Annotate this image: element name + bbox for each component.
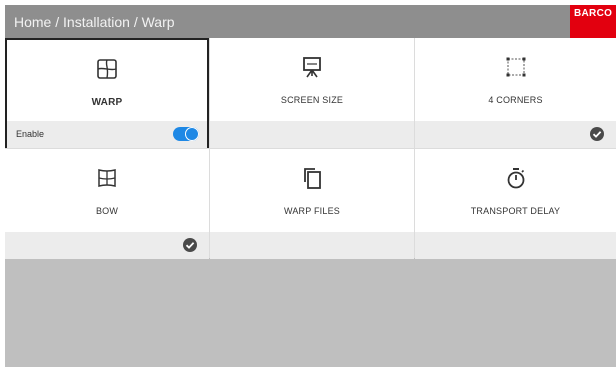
tile-screen-size[interactable]: SCREEN SIZE (210, 38, 414, 148)
header-bar: Home / Installation / Warp BARCO (5, 5, 616, 38)
tile-screen-size-label: SCREEN SIZE (280, 95, 344, 105)
tile-bow-label: BOW (95, 206, 119, 216)
tile-4-corners-label: 4 CORNERS (488, 95, 543, 105)
bow-icon (98, 169, 116, 187)
logo-text: BARCO (574, 8, 613, 19)
tile-4-corners[interactable]: 4 CORNERS (415, 38, 616, 148)
tile-warp-footer: Enable (7, 121, 207, 148)
breadcrumb: Home / Installation / Warp (14, 14, 175, 30)
check-circle-icon (183, 238, 197, 252)
tile-warp-files-footer (210, 232, 414, 259)
tile-warp-files-label: WARP FILES (283, 206, 340, 216)
app-frame: Home / Installation / Warp BARCO WARP En… (5, 5, 616, 367)
barco-logo: BARCO (570, 5, 616, 38)
tile-transport-delay-label: TRANSPORT DELAY (470, 206, 561, 216)
tile-warp[interactable]: WARP Enable (5, 38, 209, 148)
tile-transport-delay[interactable]: TRANSPORT DELAY (415, 149, 616, 259)
check-circle-icon (590, 127, 604, 141)
tile-transport-delay-main[interactable]: TRANSPORT DELAY (415, 149, 616, 232)
warp-enable-toggle[interactable] (173, 127, 199, 141)
toggle-knob (185, 127, 199, 141)
tile-4-corners-main[interactable]: 4 CORNERS (415, 38, 616, 121)
warp-files-icon (304, 168, 321, 189)
tile-warp-files-main[interactable]: WARP FILES (210, 149, 414, 232)
tile-screen-size-footer (210, 121, 414, 148)
tile-transport-delay-footer (415, 232, 616, 259)
tile-bow-main[interactable]: BOW (5, 149, 209, 232)
tile-screen-size-main[interactable]: SCREEN SIZE (210, 38, 414, 121)
tile-bow-footer (5, 232, 209, 259)
four-corners-icon (506, 57, 525, 77)
warp-menu-grid: WARP Enable SCREEN SIZE 4 CORNERS BOW WA… (5, 38, 616, 259)
tile-warp-main[interactable]: WARP (7, 40, 207, 123)
stopwatch-icon (507, 168, 524, 189)
tile-warp-files[interactable]: WARP FILES (210, 149, 414, 259)
enable-label: Enable (16, 129, 45, 139)
tile-4-corners-footer (415, 121, 616, 148)
tile-bow[interactable]: BOW (5, 149, 209, 259)
warp-icon (97, 59, 117, 79)
screen-size-icon (303, 57, 321, 78)
tile-warp-label: WARP (91, 97, 123, 108)
